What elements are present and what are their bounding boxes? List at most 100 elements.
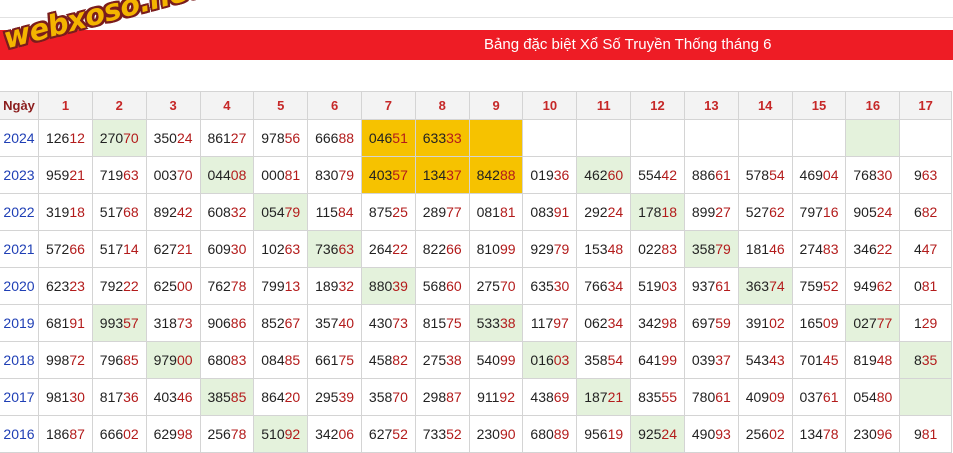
result-cell[interactable]: 55442 — [630, 156, 685, 194]
result-cell[interactable]: 43073 — [360, 304, 416, 342]
result-cell[interactable]: 85267 — [253, 304, 309, 342]
result-cell[interactable]: 91192 — [468, 378, 524, 416]
result-cell[interactable]: 64199 — [630, 341, 685, 379]
result-cell[interactable]: 06234 — [576, 304, 632, 342]
result-cell[interactable]: 53338 — [468, 304, 524, 342]
result-cell[interactable]: 98130 — [38, 378, 93, 416]
result-cell[interactable]: 34622 — [845, 230, 901, 268]
result-cell[interactable]: 88039 — [360, 267, 416, 305]
result-cell[interactable]: 05480 — [845, 378, 901, 416]
result-cell[interactable]: 63530 — [522, 267, 578, 305]
result-cell[interactable]: 73663 — [307, 230, 362, 268]
result-cell[interactable]: 03761 — [791, 378, 847, 416]
result-cell[interactable]: 78061 — [683, 378, 739, 416]
result-cell[interactable]: 54343 — [737, 341, 793, 379]
result-cell[interactable]: 29539 — [307, 378, 362, 416]
result-cell[interactable]: 87525 — [360, 193, 416, 231]
result-cell[interactable]: 46260 — [576, 156, 632, 194]
result-cell[interactable]: 60832 — [199, 193, 255, 231]
result-cell[interactable]: 84288 — [468, 156, 524, 194]
result-cell[interactable]: 43869 — [522, 378, 578, 416]
result-cell[interactable]: 26422 — [360, 230, 416, 268]
result-cell[interactable]: 36374 — [737, 267, 793, 305]
result-cell[interactable]: 35024 — [145, 119, 201, 157]
result-cell[interactable]: 99872 — [38, 341, 93, 379]
result-cell[interactable]: 73352 — [414, 415, 470, 453]
result-cell[interactable]: 13437 — [414, 156, 470, 194]
result-cell[interactable]: 97900 — [145, 341, 201, 379]
result-cell[interactable]: 68089 — [522, 415, 578, 453]
result-cell[interactable]: 18932 — [307, 267, 362, 305]
result-cell[interactable]: 11584 — [307, 193, 362, 231]
result-cell[interactable]: 00081 — [253, 156, 309, 194]
result-cell[interactable]: 18146 — [737, 230, 793, 268]
result-cell[interactable]: 92979 — [522, 230, 578, 268]
result-cell[interactable]: 03937 — [683, 341, 739, 379]
result-cell[interactable]: 27538 — [414, 341, 470, 379]
result-cell[interactable]: 10263 — [253, 230, 309, 268]
result-cell[interactable]: 66175 — [307, 341, 362, 379]
result-cell[interactable]: 68191 — [38, 304, 93, 342]
result-cell[interactable]: 447 — [899, 230, 952, 268]
result-cell[interactable]: 92524 — [630, 415, 685, 453]
result-cell[interactable]: 63333 — [414, 119, 470, 157]
result-cell[interactable]: 29887 — [414, 378, 470, 416]
result-cell[interactable]: 18687 — [38, 415, 93, 453]
result-cell[interactable]: 45882 — [360, 341, 416, 379]
result-cell[interactable]: 66602 — [91, 415, 147, 453]
result-cell[interactable]: 89242 — [145, 193, 201, 231]
result-cell[interactable]: 981 — [899, 415, 952, 453]
result-cell[interactable]: 68083 — [199, 341, 255, 379]
result-cell[interactable]: 31918 — [38, 193, 93, 231]
result-cell[interactable]: 23090 — [468, 415, 524, 453]
result-cell[interactable]: 93761 — [683, 267, 739, 305]
result-cell[interactable]: 71963 — [91, 156, 147, 194]
result-cell[interactable]: 17818 — [630, 193, 685, 231]
result-cell[interactable]: 81736 — [91, 378, 147, 416]
result-cell[interactable]: 27570 — [468, 267, 524, 305]
result-cell[interactable]: 70145 — [791, 341, 847, 379]
result-cell[interactable]: 11797 — [522, 304, 578, 342]
result-cell[interactable]: 79913 — [253, 267, 309, 305]
result-cell[interactable]: 97856 — [253, 119, 309, 157]
result-cell[interactable]: 52762 — [737, 193, 793, 231]
result-cell[interactable]: 35879 — [683, 230, 739, 268]
result-cell[interactable]: 01603 — [522, 341, 578, 379]
result-cell[interactable]: 66688 — [307, 119, 362, 157]
result-cell[interactable]: 682 — [899, 193, 952, 231]
result-cell[interactable]: 835 — [899, 341, 952, 379]
result-cell[interactable]: 62721 — [145, 230, 201, 268]
result-cell[interactable]: 83555 — [630, 378, 685, 416]
result-cell[interactable]: 69759 — [683, 304, 739, 342]
result-cell[interactable]: 90686 — [199, 304, 255, 342]
result-cell[interactable]: 95619 — [576, 415, 632, 453]
result-cell[interactable]: 81948 — [845, 341, 901, 379]
result-cell[interactable]: 35870 — [360, 378, 416, 416]
result-cell[interactable]: 081 — [899, 267, 952, 305]
result-cell[interactable]: 35740 — [307, 304, 362, 342]
result-cell[interactable]: 34206 — [307, 415, 362, 453]
result-cell[interactable]: 88661 — [683, 156, 739, 194]
result-cell[interactable]: 76634 — [576, 267, 632, 305]
result-cell[interactable]: 62500 — [145, 267, 201, 305]
result-cell[interactable]: 51714 — [91, 230, 147, 268]
result-cell[interactable]: 54099 — [468, 341, 524, 379]
result-cell[interactable]: 62752 — [360, 415, 416, 453]
result-cell[interactable]: 49093 — [683, 415, 739, 453]
result-cell[interactable]: 79222 — [91, 267, 147, 305]
result-cell[interactable]: 16509 — [791, 304, 847, 342]
result-cell[interactable]: 79685 — [91, 341, 147, 379]
result-cell[interactable]: 15348 — [576, 230, 632, 268]
result-cell[interactable]: 129 — [899, 304, 952, 342]
result-cell[interactable]: 62998 — [145, 415, 201, 453]
result-cell[interactable]: 57854 — [737, 156, 793, 194]
result-cell[interactable]: 02283 — [630, 230, 685, 268]
result-cell[interactable]: 94962 — [845, 267, 901, 305]
result-cell[interactable]: 76278 — [199, 267, 255, 305]
result-cell[interactable]: 27070 — [91, 119, 147, 157]
result-cell[interactable]: 29224 — [576, 193, 632, 231]
result-cell[interactable]: 89927 — [683, 193, 739, 231]
result-cell[interactable]: 23096 — [845, 415, 901, 453]
result-cell[interactable]: 05479 — [253, 193, 309, 231]
result-cell[interactable]: 40357 — [360, 156, 416, 194]
